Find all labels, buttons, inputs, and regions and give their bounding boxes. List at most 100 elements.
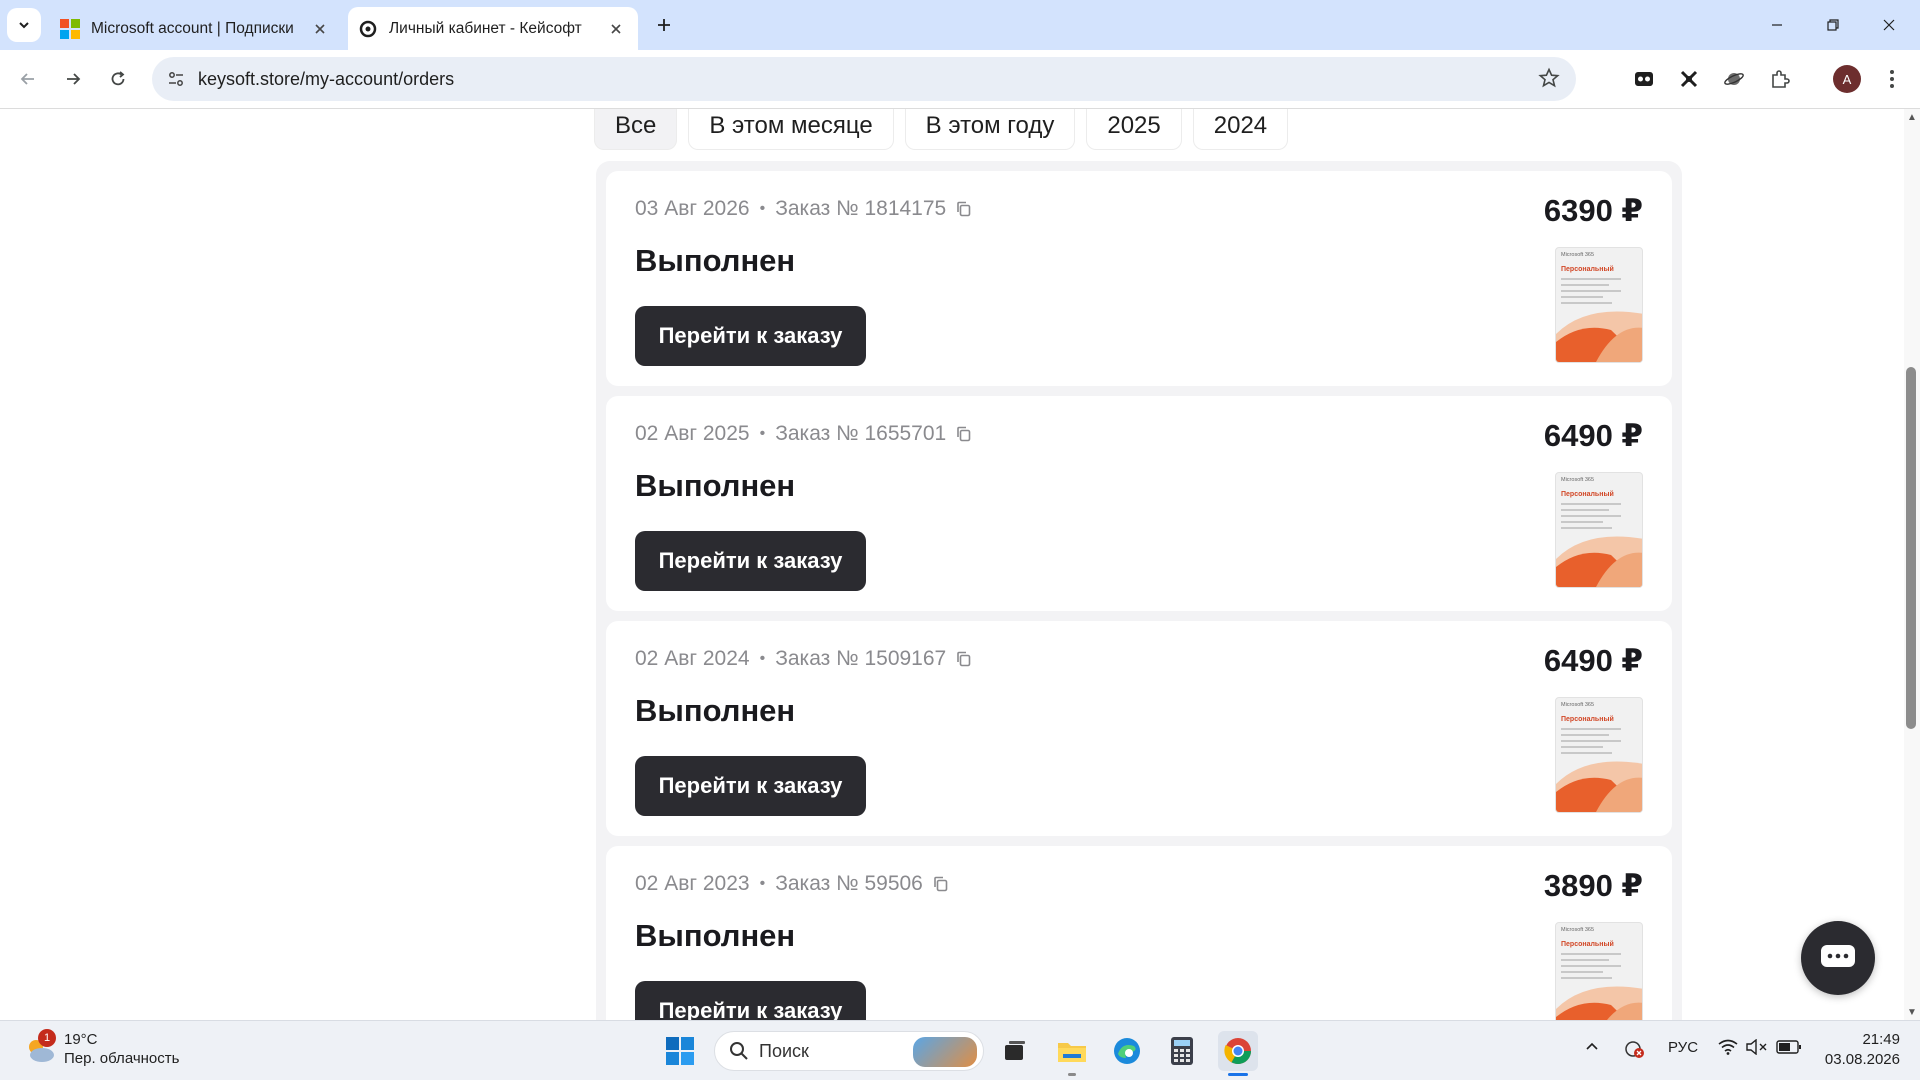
go-to-order-button[interactable]: Перейти к заказу xyxy=(635,306,866,366)
chrome-browser-icon[interactable] xyxy=(1218,1031,1258,1071)
chat-button[interactable] xyxy=(1801,921,1875,995)
restore-icon xyxy=(1827,19,1839,31)
tab-title: Личный кабинет - Кейсофт xyxy=(389,19,582,37)
restore-button[interactable] xyxy=(1810,8,1856,42)
filter-2025[interactable]: 2025 xyxy=(1086,109,1182,150)
go-to-order-button[interactable]: Перейти к заказу xyxy=(635,981,866,1020)
battery-icon[interactable] xyxy=(1776,1039,1802,1059)
copy-icon[interactable] xyxy=(955,424,975,444)
separator-dot: • xyxy=(759,875,766,892)
close-icon xyxy=(1883,19,1895,31)
product-thumbnail[interactable]: Microsoft 365 Персональный xyxy=(1555,472,1643,588)
security-warning-icon[interactable] xyxy=(1623,1039,1645,1063)
tab-title: Microsoft account | Подписки xyxy=(91,19,294,37)
order-number: Заказ № 59506 xyxy=(775,872,923,895)
site-settings-icon[interactable] xyxy=(164,67,188,91)
minimize-icon xyxy=(1772,24,1782,26)
profile-avatar[interactable]: A xyxy=(1833,65,1861,93)
order-card: 03 Авг 2026 • Заказ № 1814175 Выполнен П… xyxy=(606,171,1672,386)
back-button[interactable] xyxy=(12,63,44,95)
chevron-down-icon xyxy=(19,22,29,29)
order-card: 02 Авг 2023 • Заказ № 59506 Выполнен Пер… xyxy=(606,846,1672,1020)
tab-close-icon[interactable] xyxy=(604,17,628,41)
tab-close-icon[interactable] xyxy=(308,17,332,41)
copy-icon[interactable] xyxy=(955,199,975,219)
close-window-button[interactable] xyxy=(1866,8,1912,42)
address-bar[interactable]: keysoft.store/my-account/orders xyxy=(152,57,1576,101)
scroll-up-arrow-icon[interactable]: ▲ xyxy=(1905,111,1919,123)
weather-widget[interactable]: 1 19°C Пер. облачность xyxy=(22,1029,180,1068)
copy-icon[interactable] xyxy=(932,874,952,894)
active-app-indicator xyxy=(1228,1073,1248,1076)
search-highlight-image xyxy=(913,1037,977,1067)
extensions-puzzle-icon[interactable] xyxy=(1766,65,1794,93)
orders-list: 03 Авг 2026 • Заказ № 1814175 Выполнен П… xyxy=(596,161,1682,1020)
tab-keysoft[interactable]: Личный кабинет - Кейсофт xyxy=(348,7,638,50)
windows-start-icon[interactable] xyxy=(660,1031,700,1071)
browser-toolbar: keysoft.store/my-account/orders A xyxy=(0,50,1920,109)
order-number: Заказ № 1509167 xyxy=(775,647,947,670)
separator-dot: • xyxy=(759,650,766,667)
tab-microsoft-account[interactable]: Microsoft account | Подписки xyxy=(48,7,342,50)
order-meta: 02 Авг 2024 • Заказ № 1509167 xyxy=(635,647,975,671)
reload-button[interactable] xyxy=(102,63,134,95)
product-thumbnail[interactable]: Microsoft 365 Персональный xyxy=(1555,922,1643,1020)
filter-this-year[interactable]: В этом году xyxy=(904,109,1076,150)
thumb-brand: Microsoft 365 xyxy=(1561,702,1595,708)
plus-icon xyxy=(658,19,670,31)
edge-browser-icon[interactable] xyxy=(1107,1031,1147,1071)
extension-tool-icon[interactable] xyxy=(1675,65,1703,93)
order-date: 02 Авг 2024 xyxy=(635,647,750,670)
product-thumbnail[interactable]: Microsoft 365 Персональный xyxy=(1555,247,1643,363)
filter-all[interactable]: Все xyxy=(594,109,678,150)
microsoft-logo-icon xyxy=(60,18,80,39)
copy-icon[interactable] xyxy=(955,649,975,669)
order-date: 02 Авг 2025 xyxy=(635,422,750,445)
language-indicator[interactable]: РУС xyxy=(1668,1039,1698,1056)
new-tab-button[interactable] xyxy=(650,11,678,39)
product-thumbnail[interactable]: Microsoft 365 Персональный xyxy=(1555,697,1643,813)
minimize-button[interactable] xyxy=(1754,8,1800,42)
order-date: 03 Авг 2026 xyxy=(635,197,750,220)
wifi-icon[interactable] xyxy=(1718,1039,1738,1059)
calculator-icon[interactable] xyxy=(1162,1031,1202,1071)
weather-cloud-icon: 1 xyxy=(22,1029,58,1067)
file-explorer-icon[interactable] xyxy=(1052,1031,1092,1071)
taskbar-search-box[interactable]: Поиск xyxy=(714,1031,984,1071)
scroll-down-arrow-icon[interactable]: ▼ xyxy=(1905,1006,1919,1018)
order-meta: 02 Авг 2025 • Заказ № 1655701 xyxy=(635,422,975,446)
search-placeholder: Поиск xyxy=(759,1040,809,1061)
system-clock[interactable]: 21:49 03.08.2026 xyxy=(1816,1030,1900,1070)
weather-badge: 1 xyxy=(38,1029,56,1047)
chat-bubble-icon xyxy=(1821,945,1855,967)
running-indicator xyxy=(1068,1073,1076,1076)
office-365-art xyxy=(1556,761,1642,812)
page-viewport: Все В этом месяце В этом году 2025 2024 … xyxy=(0,109,1920,1020)
reload-icon xyxy=(111,71,125,86)
separator-dot: • xyxy=(759,425,766,442)
tray-chevron-up-icon[interactable] xyxy=(1584,1039,1600,1059)
go-to-order-button[interactable]: Перейти к заказу xyxy=(635,756,866,816)
url-text[interactable]: keysoft.store/my-account/orders xyxy=(198,69,454,90)
go-to-order-button[interactable]: Перейти к заказу xyxy=(635,531,866,591)
tab-search-button[interactable] xyxy=(7,8,41,42)
task-view-icon[interactable] xyxy=(995,1031,1035,1071)
thumb-brand: Microsoft 365 xyxy=(1561,927,1595,933)
filter-2024[interactable]: 2024 xyxy=(1192,109,1289,150)
order-meta: 03 Авг 2026 • Заказ № 1814175 xyxy=(635,197,975,221)
extension-media-icon[interactable] xyxy=(1630,65,1658,93)
clock-date: 03.08.2026 xyxy=(1824,1051,1900,1068)
page-scrollbar-thumb[interactable] xyxy=(1906,367,1916,729)
arrow-right-icon xyxy=(67,73,81,85)
forward-button[interactable] xyxy=(57,63,89,95)
menu-kebab-icon[interactable] xyxy=(1878,65,1906,93)
bookmark-star-icon[interactable] xyxy=(1538,67,1562,91)
weather-desc: Пер. облачность xyxy=(64,1050,180,1067)
order-status: Выполнен xyxy=(635,243,796,278)
volume-muted-icon[interactable] xyxy=(1746,1038,1768,1059)
browser-tabstrip: Microsoft account | Подписки Личный каби… xyxy=(0,0,1920,50)
order-number: Заказ № 1655701 xyxy=(775,422,947,445)
order-date: 02 Авг 2023 xyxy=(635,872,750,895)
filter-this-month[interactable]: В этом месяце xyxy=(688,109,894,150)
extension-planet-icon[interactable] xyxy=(1720,65,1748,93)
